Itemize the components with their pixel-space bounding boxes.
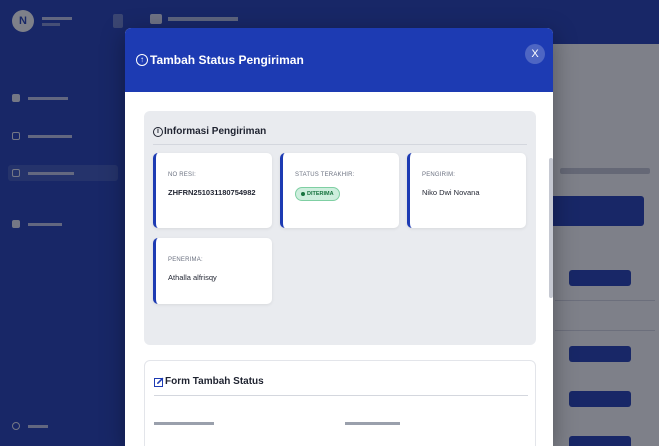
recipient-field: PENERIMA: Athalla alfrisqy [153,238,272,304]
info-circle-icon: i [153,126,163,137]
add-status-form-card: Form Tambah Status [144,360,536,446]
form-section-title: Form Tambah Status [154,376,264,387]
resi-field: NO RESI: ZHFRN251031180754982 [153,153,272,228]
modal-body: i Informasi Pengiriman NO RESI: ZHFRN251… [125,92,553,446]
edit-icon [154,377,164,387]
form-label-status [154,421,214,427]
shipment-info-card: i Informasi Pengiriman NO RESI: ZHFRN251… [144,111,536,345]
modal-title-text: Tambah Status Pengiriman [150,53,304,67]
form-section-title-text: Form Tambah Status [165,376,264,387]
check-circle-icon [301,192,305,196]
modal-header: ↑ Tambah Status Pengiriman X [125,28,553,92]
sender-label: PENGIRIM: [422,172,456,178]
resi-label: NO RESI: [168,172,196,178]
form-label-datetime [345,421,400,427]
status-field: STATUS TERAKHIR: DITERIMA [280,153,399,228]
info-section-title-text: Informasi Pengiriman [164,126,267,137]
divider [153,144,527,145]
status-label: STATUS TERAKHIR: [295,172,355,178]
close-button[interactable]: X [525,44,545,64]
recipient-value: Athalla alfrisqy [168,273,217,282]
modal-title: ↑ Tambah Status Pengiriman [136,53,304,67]
sender-value: Niko Dwi Novana [422,188,480,197]
recipient-label: PENERIMA: [168,257,203,263]
status-badge-text: DITERIMA [307,191,334,197]
sender-field: PENGIRIM: Niko Dwi Novana [407,153,526,228]
info-section-title: i Informasi Pengiriman [153,126,266,137]
arrow-up-circle-icon: ↑ [136,54,148,66]
add-status-modal: ↑ Tambah Status Pengiriman X i Informasi… [125,28,553,446]
divider [154,395,528,396]
status-badge: DITERIMA [295,187,340,201]
resi-value: ZHFRN251031180754982 [168,188,256,197]
scrollbar[interactable] [549,158,553,298]
